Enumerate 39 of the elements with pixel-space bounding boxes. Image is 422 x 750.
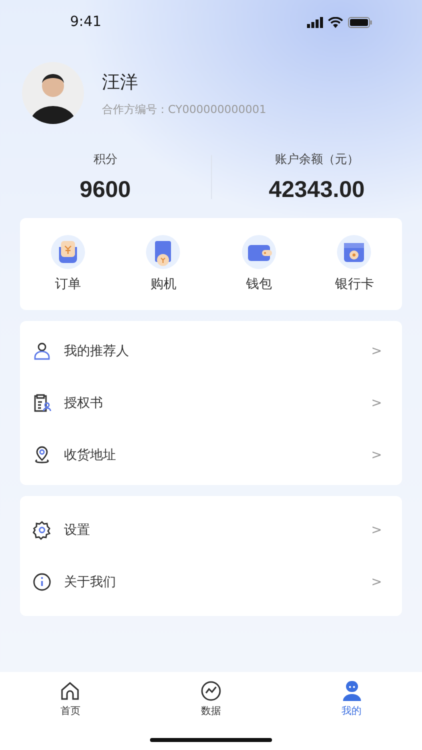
chevron: > xyxy=(371,522,382,538)
menu-item[interactable]: 我的推荐人 xyxy=(64,342,360,360)
location-pin-icon xyxy=(32,445,52,465)
stat-label: 积分 xyxy=(93,151,118,168)
menu-item[interactable]: 授权书 xyxy=(64,394,360,412)
stat-value: 42343.00 xyxy=(268,176,365,203)
user-icon[interactable] xyxy=(340,680,363,702)
info-icon xyxy=(32,572,52,592)
user-name: 汪洋 xyxy=(102,70,139,94)
shortcut-button[interactable]: 钱包 xyxy=(211,235,306,293)
wallet-icon xyxy=(242,235,276,269)
signal-icon xyxy=(307,16,323,28)
status-time: 9:41 xyxy=(70,14,102,30)
menu-item[interactable]: 关于我们 xyxy=(64,573,360,591)
shortcut-button[interactable]: 购机 xyxy=(116,235,211,293)
money-bag-icon xyxy=(146,235,180,269)
chart-icon[interactable] xyxy=(200,680,222,702)
chevron: > xyxy=(371,344,382,358)
document-person-icon xyxy=(32,393,52,413)
person-icon xyxy=(32,341,52,361)
shortcut-button[interactable]: 银行卡 xyxy=(306,235,402,293)
tab[interactable]: 数据 xyxy=(140,680,282,718)
chevron: > xyxy=(371,574,382,590)
bank-card-icon xyxy=(337,235,372,269)
home-icon[interactable] xyxy=(59,680,82,702)
partner-id: 合作方编号：CY000000000001 xyxy=(102,102,266,116)
tab[interactable]: 我的 xyxy=(281,680,422,718)
menu-item[interactable]: 设置 xyxy=(64,521,360,539)
menu-item[interactable]: 收货地址 xyxy=(64,446,360,464)
shortcut-button[interactable]: 订单 xyxy=(20,235,116,293)
tab[interactable]: 首页 xyxy=(0,680,141,718)
stat-value: 9600 xyxy=(80,176,131,203)
wifi-icon xyxy=(328,16,343,28)
receipt-icon xyxy=(50,235,85,269)
stat-label: 账户余额（元） xyxy=(274,151,359,168)
battery-icon xyxy=(348,16,372,28)
settings-icon xyxy=(32,520,52,540)
chevron: > xyxy=(371,396,382,410)
chevron: > xyxy=(371,448,382,462)
